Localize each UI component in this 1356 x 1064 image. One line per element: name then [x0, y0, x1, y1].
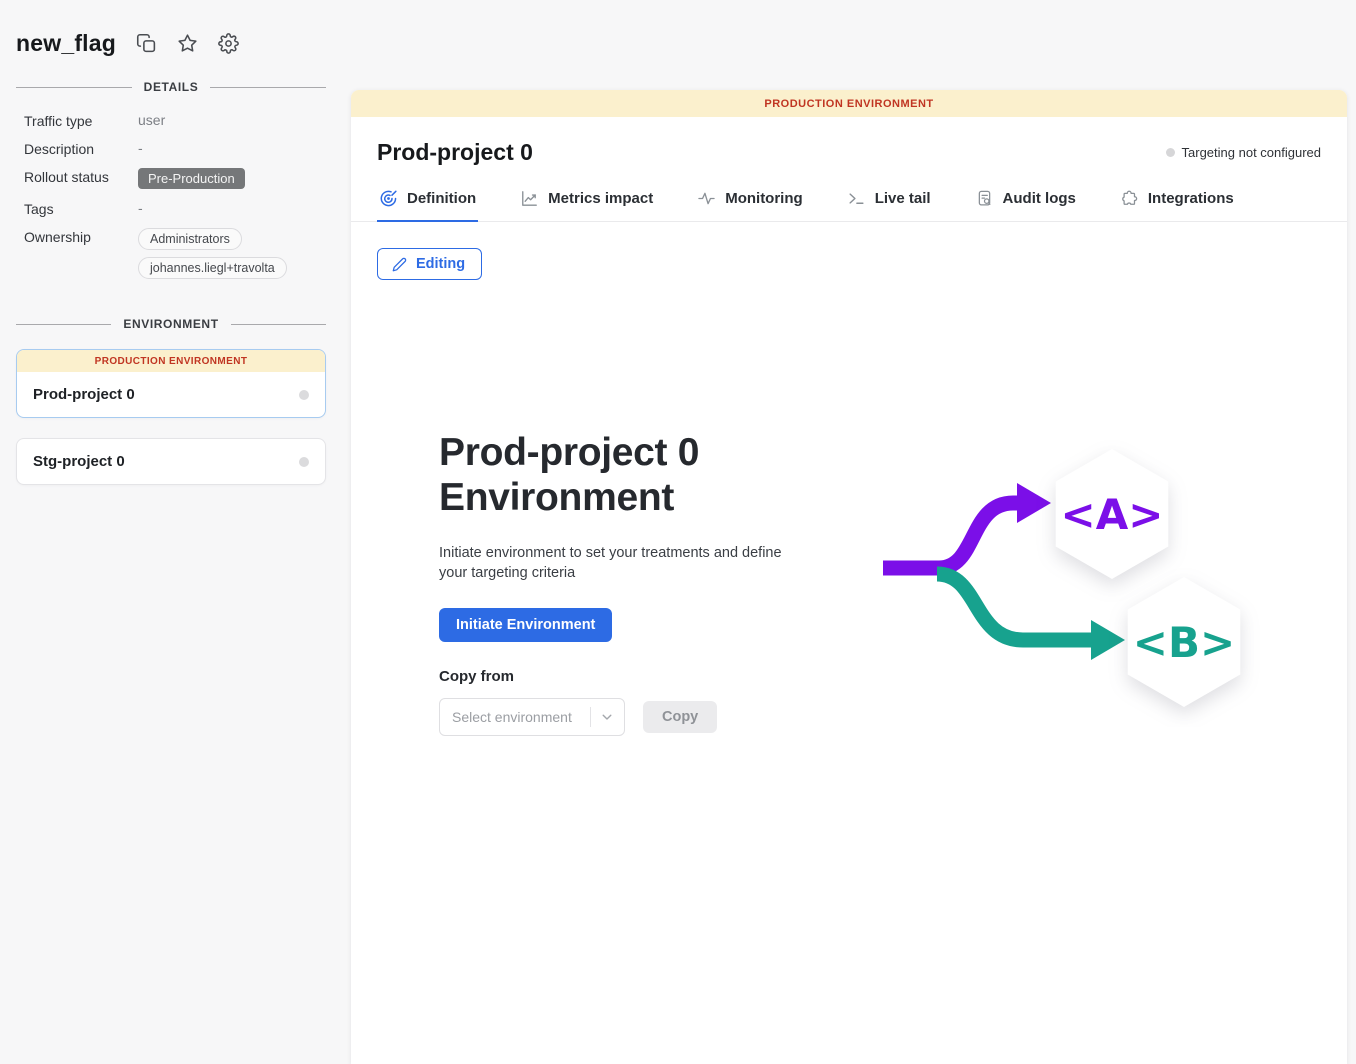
environment-status-dot: [299, 390, 309, 400]
ownership-chip[interactable]: johannes.liegl+travolta: [138, 257, 287, 279]
initiate-environment-button[interactable]: Initiate Environment: [439, 608, 612, 642]
targeting-status-text: Targeting not configured: [1182, 145, 1321, 160]
variant-a-label: <A>: [1061, 490, 1164, 539]
environment-select[interactable]: Select environment: [439, 698, 625, 736]
sidebar: DETAILS Traffic type user Description - …: [0, 66, 351, 1064]
traffic-type-value: user: [138, 112, 326, 128]
environment-status-dot: [299, 457, 309, 467]
environment-section-title: ENVIRONMENT: [123, 317, 218, 331]
divider: [590, 707, 591, 727]
tab-label: Audit logs: [1003, 190, 1076, 207]
star-icon[interactable]: [177, 33, 198, 54]
tab-label: Live tail: [875, 190, 931, 207]
tab-live-tail[interactable]: Live tail: [845, 183, 933, 222]
split-branch-a: [883, 503, 1019, 568]
main-panel: PRODUCTION ENVIRONMENT Prod-project 0 Ta…: [351, 90, 1347, 1064]
environment-title: Prod-project 0: [377, 139, 533, 166]
document-search-icon: [975, 189, 994, 208]
rollout-status-label: Rollout status: [24, 168, 138, 185]
hero-description: Initiate environment to set your treatme…: [439, 544, 811, 583]
tab-label: Monitoring: [725, 190, 802, 207]
gear-icon[interactable]: [218, 33, 239, 54]
description-label: Description: [24, 140, 138, 157]
chart-line-icon: [520, 189, 539, 208]
environment-hero: Prod-project 0 Environment Initiate envi…: [377, 430, 1321, 736]
tab-integrations[interactable]: Integrations: [1118, 183, 1236, 222]
tab-audit-logs[interactable]: Audit logs: [973, 183, 1078, 222]
tab-definition[interactable]: Definition: [377, 183, 478, 222]
chevron-down-icon: [600, 710, 614, 724]
traffic-type-label: Traffic type: [24, 112, 138, 129]
environment-card-prod[interactable]: PRODUCTION ENVIRONMENT Prod-project 0: [16, 349, 326, 418]
split-branch-b: [937, 574, 1093, 640]
divider: [210, 87, 326, 88]
production-environment-banner: PRODUCTION ENVIRONMENT: [351, 90, 1347, 117]
editing-button-label: Editing: [416, 256, 465, 272]
ownership-chip[interactable]: Administrators: [138, 228, 242, 250]
divider: [16, 324, 111, 325]
ownership-chips: Administrators johannes.liegl+travolta: [138, 228, 326, 279]
panel-header: Prod-project 0 Targeting not configured: [351, 117, 1347, 166]
environment-section: ENVIRONMENT PRODUCTION ENVIRONMENT Prod-…: [16, 317, 326, 485]
divider: [16, 87, 132, 88]
ownership-label: Ownership: [24, 228, 138, 245]
tab-label: Definition: [407, 190, 476, 207]
details-list: Traffic type user Description - Rollout …: [16, 112, 326, 279]
tab-label: Metrics impact: [548, 190, 653, 207]
production-environment-banner: PRODUCTION ENVIRONMENT: [17, 350, 325, 372]
tab-content: Editing Prod-project 0 Environment Initi…: [351, 222, 1347, 736]
pulse-icon: [697, 189, 716, 208]
arrow-a-icon: [1017, 483, 1051, 523]
details-section-header: DETAILS: [16, 80, 326, 94]
copy-button[interactable]: Copy: [643, 701, 717, 733]
hexagon-b: <B>: [1128, 577, 1241, 707]
flag-name-title: new_flag: [16, 30, 116, 57]
copy-icon[interactable]: [136, 33, 157, 54]
tags-label: Tags: [24, 200, 138, 217]
page-header: new_flag: [0, 0, 1356, 66]
divider: [231, 324, 326, 325]
environment-section-header: ENVIRONMENT: [16, 317, 326, 331]
hexagon-a: <A>: [1056, 449, 1169, 579]
ab-split-illustration: <A> <B>: [881, 435, 1261, 736]
tab-bar: Definition Metrics impact Monitoring: [351, 183, 1347, 222]
arrow-b-icon: [1091, 620, 1125, 660]
rollout-status-badge: Pre-Production: [138, 168, 245, 189]
description-value: -: [138, 140, 326, 156]
targeting-status: Targeting not configured: [1166, 145, 1321, 160]
pencil-icon: [392, 257, 407, 272]
details-section-title: DETAILS: [144, 80, 199, 94]
puzzle-icon: [1120, 189, 1139, 208]
environment-name: Prod-project 0: [33, 386, 135, 403]
select-placeholder: Select environment: [452, 709, 584, 725]
editing-button[interactable]: Editing: [377, 248, 482, 280]
tab-monitoring[interactable]: Monitoring: [695, 183, 804, 222]
hero-heading: Prod-project 0 Environment: [439, 430, 811, 520]
terminal-icon: [847, 189, 866, 208]
environment-name: Stg-project 0: [33, 453, 125, 470]
environment-card-stg[interactable]: Stg-project 0: [16, 438, 326, 485]
targeting-status-dot: [1166, 148, 1175, 157]
copy-from-label: Copy from: [439, 668, 811, 685]
variant-b-label: <B>: [1133, 618, 1235, 667]
tags-value: -: [138, 200, 326, 216]
tab-metrics-impact[interactable]: Metrics impact: [518, 183, 655, 222]
target-pen-icon: [379, 189, 398, 208]
tab-label: Integrations: [1148, 190, 1234, 207]
